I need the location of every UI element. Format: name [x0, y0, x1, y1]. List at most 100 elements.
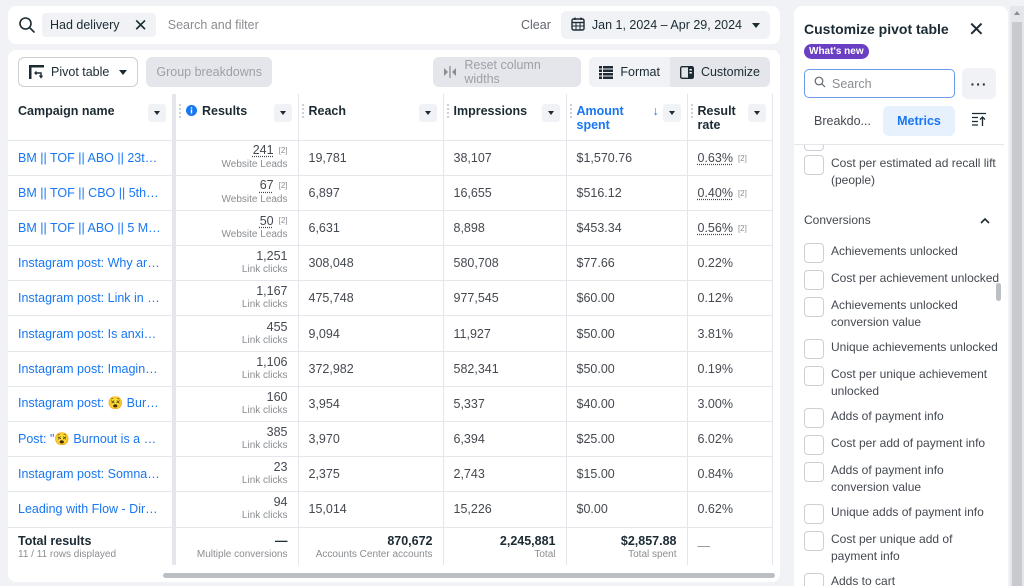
tab-breakdowns[interactable]: Breakdo...	[804, 106, 876, 136]
format-list-icon	[599, 65, 614, 79]
amount-spent-cell: $50.00	[566, 315, 688, 352]
totals-results-sub: Multiple conversions	[196, 548, 288, 560]
column-header-impressions[interactable]: Impressions	[443, 94, 567, 141]
date-range-label: Jan 1, 2024 – Apr 29, 2024	[591, 18, 742, 32]
customize-button[interactable]: Customize	[669, 57, 770, 87]
drag-handle-icon[interactable]	[179, 104, 181, 118]
clear-filters-link[interactable]: Clear	[521, 18, 551, 32]
campaign-name-link[interactable]: Instagram post: Imagine s...	[8, 351, 176, 387]
more-options-button[interactable]: ···	[962, 68, 996, 99]
results-value: 94	[273, 495, 288, 510]
results-type: Website Leads	[221, 158, 288, 170]
drag-handle-icon[interactable]	[690, 104, 693, 118]
column-header-reach[interactable]: Reach	[298, 94, 444, 141]
metric-checkbox-item[interactable]: Unique adds of payment info	[804, 504, 1001, 524]
filter-chip-label: Had delivery	[50, 18, 120, 32]
column-menu-button[interactable]	[662, 104, 681, 122]
metric-checkbox-item[interactable]: Cost per achievement unlocked	[804, 270, 1001, 290]
results-cell: 23 Link clicks	[174, 456, 299, 493]
page-scrollbar[interactable]	[1010, 6, 1024, 586]
checkbox[interactable]	[804, 243, 824, 263]
checkbox[interactable]	[804, 155, 824, 175]
column-menu-button[interactable]	[148, 104, 166, 122]
pivot-table-dropdown[interactable]: Pivot table	[18, 57, 139, 87]
footnote-marker: [2]	[278, 181, 288, 191]
whats-new-badge[interactable]: What's new	[804, 44, 869, 59]
metrics-search-input[interactable]	[832, 76, 942, 91]
column-header-result-rate[interactable]: Result rate	[687, 94, 773, 141]
checkbox[interactable]	[804, 145, 824, 151]
result-rate-value: 0.19%	[697, 361, 733, 376]
metrics-search-field[interactable]	[804, 69, 955, 98]
metric-checkbox-item[interactable]: Cost per unique achievement unlocked	[804, 366, 1001, 400]
result-rate-cell: 6.02%	[687, 421, 773, 458]
campaign-name-link[interactable]: Instagram post: Is anxiety ...	[8, 315, 176, 352]
metric-checkbox-item[interactable]: Achievements unlocked conversion value	[804, 297, 1001, 331]
sort-order-icon[interactable]	[972, 112, 986, 129]
campaign-name-link[interactable]: BM || TOF || ABO || 23th ja...	[8, 140, 176, 176]
page-scrollbar-thumb[interactable]	[1012, 22, 1022, 586]
close-icon[interactable]: ✕	[968, 20, 985, 40]
metric-label: Achievements unlocked conversion value	[831, 298, 958, 329]
campaign-name-link[interactable]: Instagram post: Somnath'...	[8, 456, 176, 493]
drag-handle-icon[interactable]	[569, 104, 572, 118]
checkbox[interactable]	[804, 366, 824, 386]
metric-checkbox-item[interactable]: Cost per unique add of payment info	[804, 531, 1001, 565]
campaign-name-link[interactable]: BM || TOF || CBO || 5th jan ...	[8, 175, 176, 211]
checkbox[interactable]	[804, 504, 824, 524]
campaign-name-link[interactable]: Instagram post: Link in Bi...	[8, 280, 176, 317]
campaign-name-link[interactable]: Post: "😵 Burnout is a bat...	[8, 421, 176, 458]
column-menu-button[interactable]	[273, 104, 292, 122]
checkbox[interactable]	[804, 339, 824, 359]
column-menu-button[interactable]	[541, 104, 560, 122]
totals-amount-spent-sub: Total spent	[628, 548, 677, 560]
format-button[interactable]: Format	[589, 57, 670, 87]
filter-chip-had-delivery[interactable]: Had delivery ✕	[42, 13, 156, 37]
horizontal-scrollbar[interactable]	[163, 573, 775, 578]
checkbox[interactable]	[804, 573, 824, 586]
column-menu-button[interactable]	[418, 104, 437, 122]
group-breakdowns-button[interactable]: Group breakdowns	[146, 57, 272, 87]
metric-checkbox-item[interactable]: Unique achievements unlocked	[804, 339, 1001, 359]
section-conversions[interactable]: Conversions	[804, 213, 990, 227]
totals-amount-spent-value: $2,857.88	[620, 533, 677, 548]
totals-result-rate-value: —	[697, 539, 711, 554]
checkbox[interactable]	[804, 462, 824, 482]
metric-checkbox-item[interactable]: Adds of payment info conversion value	[804, 462, 1001, 496]
metric-checkbox-item[interactable]: Adds to cart	[804, 573, 1001, 586]
column-header-results[interactable]: Results	[174, 94, 299, 141]
checkbox[interactable]	[804, 435, 824, 455]
reset-column-widths-button[interactable]: Reset column widths	[433, 57, 582, 87]
metric-checkbox-item[interactable]: Cost per estimated ad recall lift (peopl…	[804, 155, 1001, 189]
column-header-amount-spent[interactable]: Amount spent ↓	[566, 94, 688, 141]
drag-handle-icon[interactable]	[446, 104, 449, 118]
totals-amount-spent: $2,857.88 Total spent	[566, 527, 688, 566]
totals-impressions-value: 2,245,881	[499, 533, 556, 548]
checkbox[interactable]	[804, 270, 824, 290]
campaign-name-link[interactable]: Instagram post: Why are h...	[8, 245, 176, 282]
metric-checkbox-item[interactable]: Cost per add of payment info	[804, 435, 1001, 455]
metric-checkbox-item[interactable]: Achievements unlocked	[804, 243, 1001, 263]
drag-handle-icon[interactable]	[301, 104, 304, 118]
tab-metrics[interactable]: Metrics	[883, 106, 955, 136]
metric-label: Adds of payment info conversion value	[831, 463, 944, 494]
column-menu-button[interactable]	[747, 104, 766, 122]
search-and-filter-input[interactable]	[167, 18, 521, 32]
metric-checkbox-item[interactable]: Adds of payment info	[804, 408, 1001, 428]
reach-cell: 6,631	[298, 210, 444, 247]
scroll-up-arrow-icon[interactable]	[1014, 11, 1020, 15]
checkbox[interactable]	[804, 408, 824, 428]
campaign-name-link[interactable]: Leading with Flow - Direct ...	[8, 491, 176, 528]
info-icon[interactable]	[186, 104, 202, 118]
panel-scrollbar-thumb[interactable]	[996, 283, 1001, 301]
results-value: 1,251	[256, 249, 288, 264]
results-cell: 385 Link clicks	[174, 421, 299, 458]
close-icon[interactable]: ✕	[133, 17, 147, 34]
column-header-campaign-name[interactable]: Campaign name	[8, 94, 176, 141]
date-range-picker[interactable]: Jan 1, 2024 – Apr 29, 2024	[560, 11, 770, 39]
campaign-name-link[interactable]: Instagram post: 😵 Burno...	[8, 386, 176, 423]
metric-label: Achievements unlocked	[831, 244, 958, 258]
checkbox[interactable]	[804, 531, 824, 551]
checkbox[interactable]	[804, 297, 824, 317]
campaign-name-link[interactable]: BM || TOF || ABO || 5 Marh ...	[8, 210, 176, 247]
